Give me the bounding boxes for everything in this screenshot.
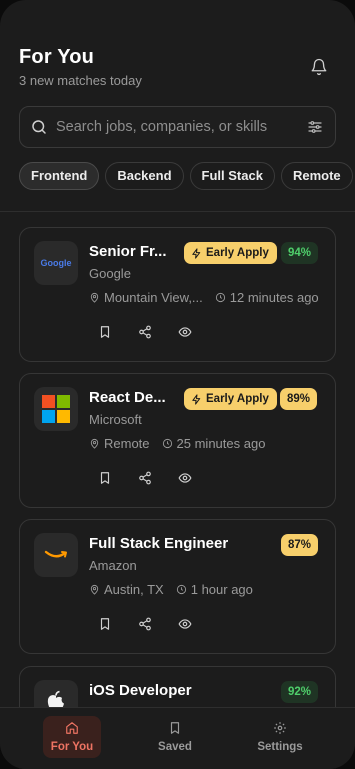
share-icon[interactable] [138,617,154,633]
job-meta: Mountain View,... 12 minutes ago [89,290,319,305]
posted-time: 25 minutes ago [176,436,266,451]
eye-icon[interactable] [178,471,194,487]
search-icon [30,118,48,141]
job-card[interactable]: Full Stack Engineer Amazon 87% Austin, T… [19,519,336,654]
job-location: Remote [104,436,150,451]
page-title: For You [19,46,95,68]
card-actions [98,617,218,633]
bookmark-icon [168,721,182,735]
job-card[interactable]: React De... Microsoft Early Apply 89% Re… [19,373,336,508]
lightning-icon [192,393,201,405]
page-header: For You 3 new matches today [19,46,336,88]
nav-label: Settings [257,741,303,753]
gear-icon [273,721,287,735]
early-apply-label: Early Apply [206,247,269,259]
nav-label: For You [50,741,94,753]
match-score-badge: 89% [280,388,318,410]
match-score-badge: 94% [281,242,319,264]
job-title[interactable]: Senior Fr... [89,243,167,260]
posted-time: 1 hour ago [190,582,253,597]
job-title[interactable]: React De... [89,389,166,406]
nav-label: Saved [158,741,192,753]
bottom-nav: For You Saved Settings [0,707,355,769]
posted-time: 12 minutes ago [229,290,319,305]
early-apply-label: Early Apply [206,393,269,405]
job-card[interactable]: Google Senior Fr... Google Early Apply 9… [19,227,336,362]
bookmark-icon[interactable] [98,617,114,633]
google-logo-text: Google [40,258,72,268]
early-apply-badge: Early Apply [184,388,277,410]
job-location: Mountain View,... [104,290,203,305]
location-pin-icon [90,292,99,303]
job-meta: Austin, TX 1 hour ago [89,582,253,597]
nav-settings[interactable]: Settings [251,716,309,758]
job-location: Austin, TX [104,582,164,597]
company-name: Amazon [89,558,137,573]
job-meta: Remote 25 minutes ago [89,436,265,451]
filter-chips: Frontend Backend Full Stack Remote [19,162,355,190]
eye-icon[interactable] [178,325,194,341]
lightning-icon [192,247,201,259]
eye-icon[interactable] [178,617,194,633]
microsoft-logo [34,387,78,431]
app-screen: For You 3 new matches today Search jobs,… [0,0,355,769]
share-icon[interactable] [138,471,154,487]
clock-icon [176,584,186,595]
google-logo: Google [34,241,78,285]
share-icon[interactable] [138,325,154,341]
company-name: Microsoft [89,412,142,427]
page-subtitle: 3 new matches today [19,73,142,88]
early-apply-badge: Early Apply [184,242,277,264]
chip-frontend[interactable]: Frontend [19,162,100,190]
nav-for-you[interactable]: For You [43,716,101,758]
company-name: Google [89,266,131,281]
divider [0,211,355,212]
match-score-badge: 87% [281,534,319,556]
match-score-badge: 92% [281,681,319,703]
card-actions [98,471,218,487]
filter-sliders-icon[interactable] [307,119,323,140]
chip-remote[interactable]: Remote [280,162,353,190]
amazon-logo [34,533,78,577]
clock-icon [162,438,172,449]
bookmark-icon[interactable] [98,471,114,487]
bookmark-icon[interactable] [98,325,114,341]
search-input[interactable]: Search jobs, companies, or skills [56,119,267,135]
home-icon [65,721,79,735]
location-pin-icon [90,438,99,449]
chip-full-stack[interactable]: Full Stack [189,162,275,190]
card-actions [98,325,218,341]
search-bar[interactable]: Search jobs, companies, or skills [19,106,336,148]
nav-saved[interactable]: Saved [146,716,204,758]
clock-icon [215,292,225,303]
bell-icon[interactable] [310,58,328,76]
location-pin-icon [90,584,99,595]
job-title[interactable]: Full Stack Engineer [89,535,228,552]
job-title[interactable]: iOS Developer [89,682,192,699]
chip-backend[interactable]: Backend [105,162,184,190]
